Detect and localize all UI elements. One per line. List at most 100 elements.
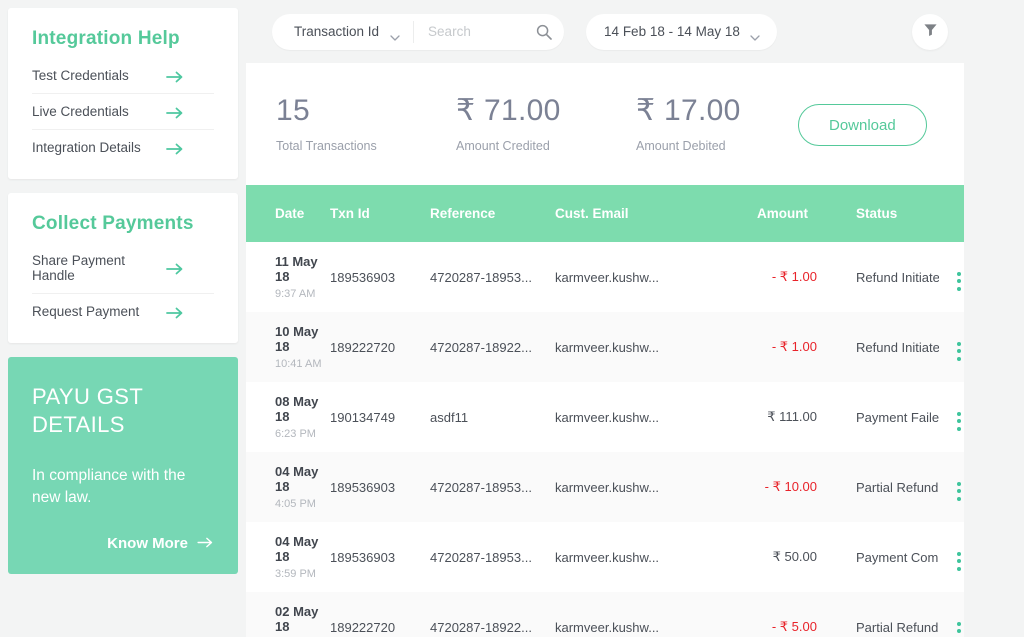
cell-date: 08 May 18 6:23 PM (246, 382, 330, 452)
kebab-menu-icon[interactable] (957, 271, 961, 291)
row-time: 4:05 PM (275, 498, 316, 510)
cell-status: Payment Comple... (817, 522, 939, 592)
table-row[interactable]: 11 May 18 9:37 AM 189536903 4720287-18953..… (246, 242, 964, 312)
stat-label: Total Transactions (276, 138, 377, 153)
table-head: Date Txn Id Reference Cust. Email Amount… (246, 185, 964, 242)
search-icon[interactable] (536, 24, 552, 40)
row-time: 9:37 AM (275, 288, 316, 300)
cell-actions (939, 382, 964, 452)
know-more-label: Know More (107, 535, 188, 553)
kebab-menu-icon[interactable] (957, 551, 961, 571)
promo-title: PAYU GST DETAILS (32, 384, 143, 438)
arrow-right-icon (166, 106, 184, 118)
cell-email: karmveer.kushw... (555, 452, 713, 522)
cell-reference: asdf11 (430, 382, 555, 452)
sidebar-link-share-payment-handle[interactable]: Share Payment Handle (32, 243, 214, 293)
column-header-txn-id[interactable]: Txn Id (330, 185, 430, 242)
transactions-page: Integration Help Test Credentials Live C… (0, 0, 1024, 637)
search-input[interactable] (428, 24, 537, 39)
payu-gst-promo-card[interactable]: PAYU GST DETAILS In compliance with the … (8, 357, 238, 575)
search-type-dropdown[interactable]: Transaction Id (272, 20, 415, 43)
cell-txn-id: 189536903 (330, 452, 430, 522)
kebab-menu-icon[interactable] (957, 481, 961, 501)
transactions-table-wrapper: Date Txn Id Reference Cust. Email Amount… (246, 185, 964, 637)
stat-label: Amount Credited (456, 138, 550, 153)
cell-status: Partial Refund C... (817, 452, 939, 522)
arrow-right-icon (197, 535, 214, 552)
row-date: 04 May 18 (275, 534, 319, 564)
column-header-reference[interactable]: Reference (430, 185, 555, 242)
cell-date: 11 May 18 9:37 AM (246, 242, 330, 312)
cell-email: karmveer.kushw... (555, 242, 713, 312)
row-time: 6:23 PM (275, 428, 316, 440)
arrow-right-icon (166, 142, 184, 154)
table-row[interactable]: 02 May 185:00 PM1892227204720287-18922..… (246, 592, 964, 637)
cell-date: 04 May 18 3:59 PM (246, 522, 330, 592)
cell-amount: - ₹ 1.00 (713, 242, 817, 312)
sidebar-link-integration-details[interactable]: Integration Details (32, 129, 214, 165)
right-gutter (994, 0, 1024, 637)
column-header-date[interactable]: Date (246, 185, 330, 242)
table-row[interactable]: 04 May 18 4:05 PM 189536903 4720287-18953..… (246, 452, 964, 522)
summary-bar: 15 Total Transactions ₹ 71.00 Amount Cre… (246, 63, 964, 185)
sidebar-link-label: Live Credentials (32, 104, 129, 119)
integration-help-card: Integration Help Test Credentials Live C… (8, 8, 238, 179)
cell-amount: - ₹ 5.00 (713, 592, 817, 637)
cell-reference: 4720287-18953... (430, 452, 555, 522)
cell-email: karmveer.kushw... (555, 592, 713, 637)
kebab-menu-icon[interactable] (957, 341, 961, 361)
content-panel: 15 Total Transactions ₹ 71.00 Amount Cre… (246, 63, 964, 637)
chevron-down-icon (750, 29, 760, 41)
stat-value: ₹ 17.00 (636, 93, 741, 127)
cell-txn-id: 190134749 (330, 382, 430, 452)
kebab-menu-icon[interactable] (957, 621, 961, 637)
download-button[interactable]: Download (798, 104, 927, 146)
arrow-right-icon (166, 70, 184, 82)
cell-txn-id: 189536903 (330, 522, 430, 592)
table-row[interactable]: 08 May 18 6:23 PM 190134749 asdf11 karmveer.… (246, 382, 964, 452)
cell-txn-id: 189222720 (330, 312, 430, 382)
table-row[interactable]: 04 May 18 3:59 PM 189536903 4720287-18953..… (246, 522, 964, 592)
sidebar-link-label: Test Credentials (32, 68, 129, 83)
cell-reference: 4720287-18922... (430, 592, 555, 637)
table-body: 11 May 18 9:37 AM 189536903 4720287-18953..… (246, 242, 964, 637)
cell-actions (939, 522, 964, 592)
search-group: Transaction Id (272, 13, 565, 50)
cell-reference: 4720287-18953... (430, 242, 555, 312)
sidebar-link-test-credentials[interactable]: Test Credentials (32, 58, 214, 93)
column-header-amount[interactable]: Amount (713, 185, 817, 242)
cell-status: Refund Initiated (817, 242, 939, 312)
sidebar-link-label: Share Payment Handle (32, 253, 126, 283)
table-row[interactable]: 10 May 18 10:41 AM 189222720 4720287-18922.… (246, 312, 964, 382)
cell-reference: 4720287-18922... (430, 312, 555, 382)
stat-total-transactions: 15 Total Transactions (276, 93, 456, 153)
kebab-menu-icon[interactable] (957, 411, 961, 431)
cell-status: Payment Failed (817, 382, 939, 452)
cell-txn-id: 189222720 (330, 592, 430, 637)
date-range-picker[interactable]: 14 Feb 18 - 14 May 18 (586, 13, 777, 50)
row-time: 10:41 AM (275, 358, 322, 370)
search-field (414, 24, 564, 40)
cell-date: 04 May 18 4:05 PM (246, 452, 330, 522)
cell-amount: ₹ 111.00 (713, 382, 817, 452)
chevron-down-icon (390, 29, 400, 41)
cell-amount: - ₹ 10.00 (713, 452, 817, 522)
cell-actions (939, 592, 964, 637)
stat-value: 15 (276, 93, 310, 127)
column-header-email[interactable]: Cust. Email (555, 185, 713, 242)
cell-status: Refund Initiated (817, 312, 939, 382)
cell-actions (939, 452, 964, 522)
search-type-label: Transaction Id (294, 24, 380, 39)
cell-reference: 4720287-18953... (430, 522, 555, 592)
row-time: 3:59 PM (275, 568, 316, 580)
column-header-actions (939, 185, 964, 242)
cell-amount: - ₹ 1.00 (713, 312, 817, 382)
know-more-button[interactable]: Know More (32, 535, 214, 552)
filter-button[interactable] (912, 14, 948, 50)
sidebar-link-live-credentials[interactable]: Live Credentials (32, 93, 214, 129)
sidebar-link-request-payment[interactable]: Request Payment (32, 293, 214, 329)
column-header-status[interactable]: Status (817, 185, 939, 242)
integration-help-title: Integration Help (32, 28, 180, 49)
cell-status: Partial Refund C... (817, 592, 939, 637)
collect-payments-title: Collect Payments (32, 213, 194, 234)
